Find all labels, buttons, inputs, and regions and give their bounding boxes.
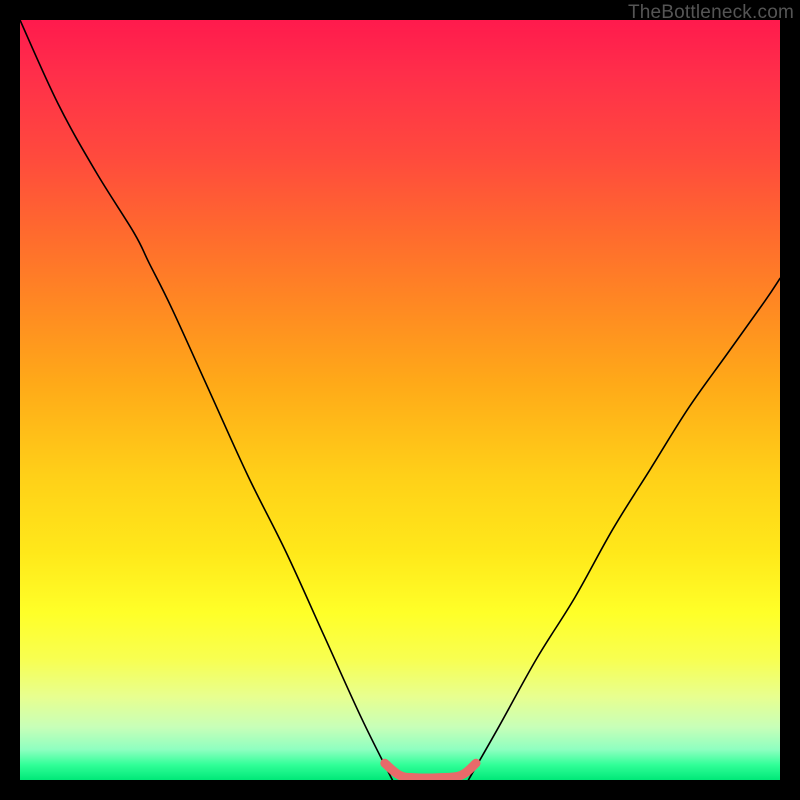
chart-svg: [20, 20, 780, 780]
curve-left-path: [20, 20, 392, 780]
chart-frame: TheBottleneck.com: [0, 0, 800, 800]
curve-right-path: [468, 278, 780, 780]
chart-plot-area: [20, 20, 780, 780]
optimal-range-path: [385, 763, 476, 778]
